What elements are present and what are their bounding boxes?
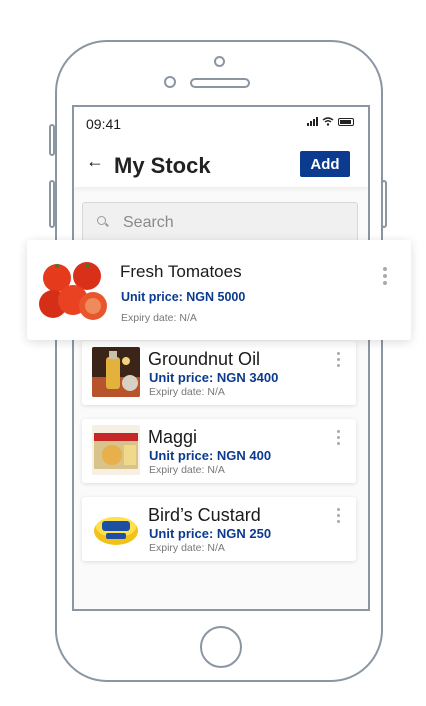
item-price: Unit price: NGN 400 <box>149 448 272 463</box>
item-name: Maggi <box>148 427 198 447</box>
status-icons <box>307 117 354 126</box>
front-sensor <box>214 56 225 67</box>
more-options-icon[interactable] <box>335 430 341 445</box>
item-expiry: Expiry date: N/A <box>149 542 225 554</box>
wifi-icon <box>322 117 334 126</box>
item-name: Fresh Tomatoes <box>120 262 242 281</box>
maggi-image <box>92 425 140 475</box>
signal-icon <box>307 117 318 126</box>
more-options-icon[interactable] <box>335 508 341 523</box>
home-button[interactable] <box>200 626 242 668</box>
more-options-icon[interactable] <box>335 352 341 367</box>
birds-custard-image <box>92 503 140 553</box>
front-camera <box>164 76 176 88</box>
item-expiry: Expiry date: N/A <box>149 464 225 476</box>
search-input[interactable] <box>121 213 345 233</box>
back-arrow-icon[interactable]: ← <box>86 151 104 171</box>
search-box[interactable] <box>82 202 358 244</box>
item-expiry: Expiry date: N/A <box>121 312 197 324</box>
page-title: My Stock <box>114 153 211 178</box>
item-name: Bird’s Custard <box>148 505 261 525</box>
more-options-icon[interactable] <box>382 267 388 285</box>
item-name: Groundnut Oil <box>148 349 261 369</box>
earpiece-speaker <box>190 78 250 88</box>
list-item-groundnut-oil[interactable]: Groundnut Oil Unit price: NGN 3400 Expir… <box>82 341 356 405</box>
side-button-left-middle <box>49 180 55 228</box>
app-screen: 09:41 ← My Stock Add Search Groundnut Oi… <box>72 105 370 611</box>
search-icon <box>97 216 106 225</box>
add-button[interactable]: Add <box>300 151 350 177</box>
fresh-tomatoes-image <box>39 260 109 324</box>
side-button-left-top <box>49 124 55 156</box>
groundnut-oil-image <box>92 347 140 397</box>
list-item-birds-custard[interactable]: Bird’s Custard Unit price: NGN 250 Expir… <box>82 497 356 561</box>
list-item-maggi[interactable]: Maggi Unit price: NGN 400 Expiry date: N… <box>82 419 356 483</box>
app-header: 09:41 ← My Stock Add <box>74 107 368 187</box>
side-button-right <box>381 180 387 228</box>
item-price: Unit price: NGN 250 <box>149 526 272 541</box>
status-time: 09:41 <box>86 116 122 132</box>
list-item-fresh-tomatoes[interactable]: Fresh Tomatoes Unit price: NGN 5000 Expi… <box>27 240 411 340</box>
item-price: Unit price: NGN 5000 <box>121 290 246 304</box>
item-expiry: Expiry date: N/A <box>149 386 225 398</box>
item-price: Unit price: NGN 3400 <box>149 370 279 385</box>
battery-icon <box>338 117 354 126</box>
